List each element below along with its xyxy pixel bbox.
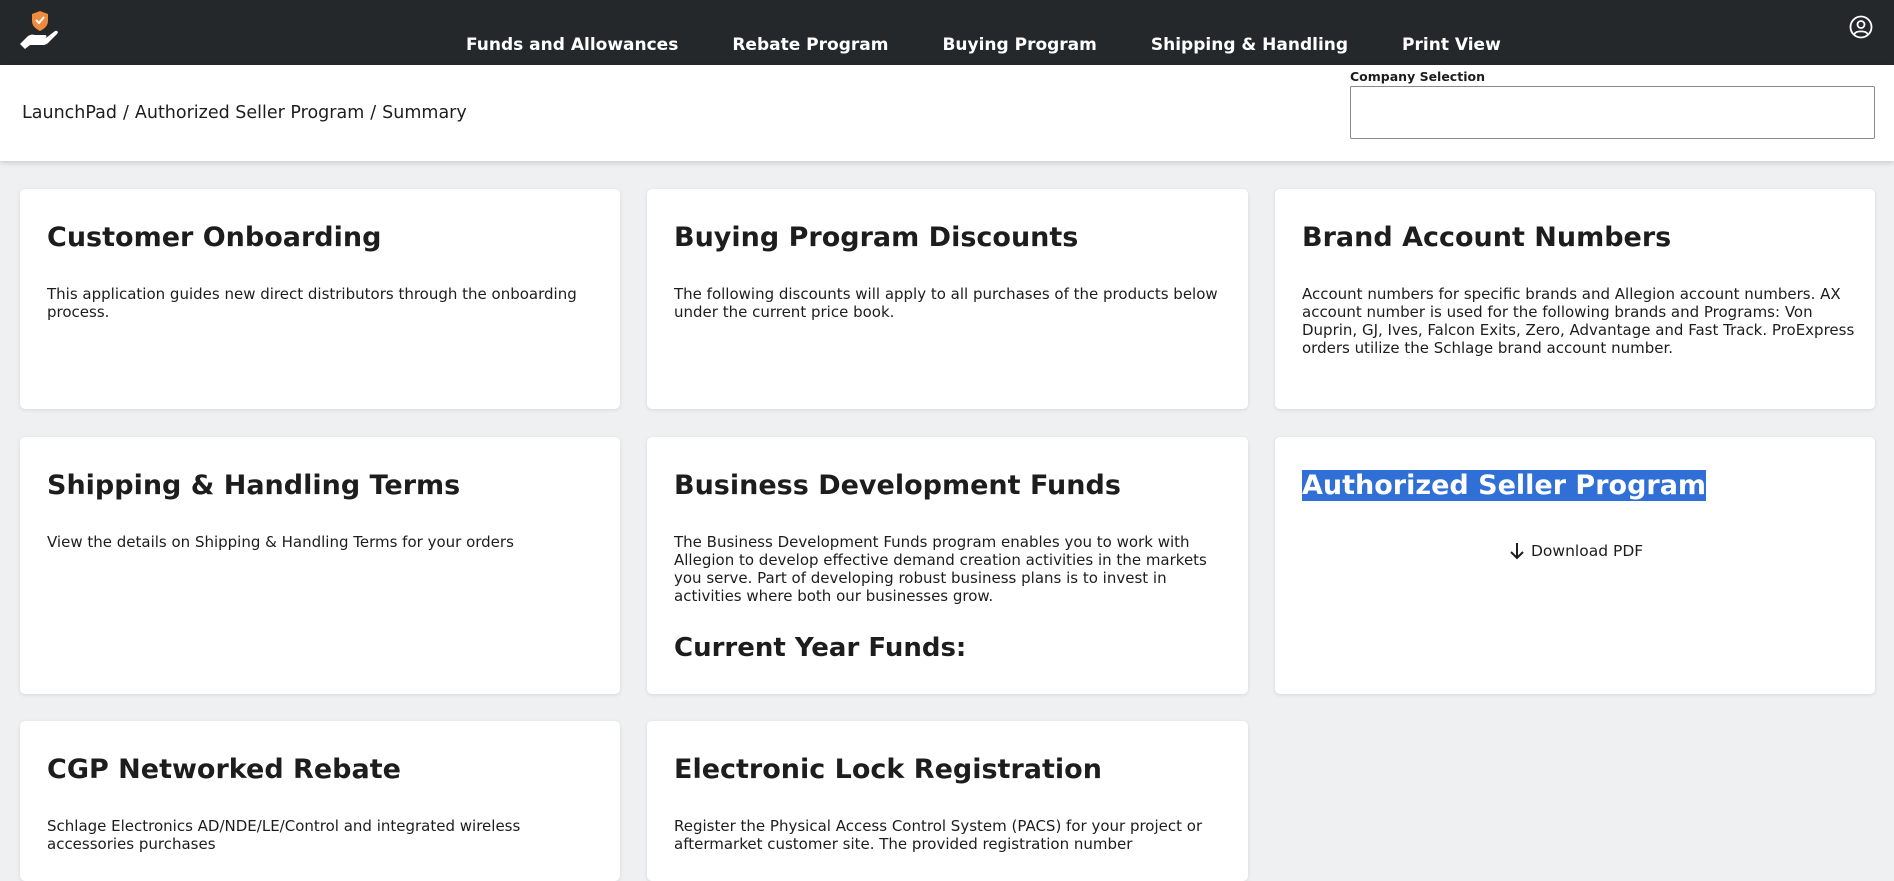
arrow-down-icon [1510,543,1524,560]
card-cgp-networked-rebate[interactable]: CGP Networked Rebate Schlage Electronics… [20,721,620,881]
card-title: Electronic Lock Registration [674,754,1102,785]
card-title: Business Development Funds [674,470,1121,501]
breadcrumb-launchpad[interactable]: LaunchPad [22,103,117,123]
nav-funds-and-allowances[interactable]: Funds and Allowances [466,35,678,55]
card-electronic-lock-registration[interactable]: Electronic Lock Registration Register th… [647,721,1248,881]
card-customer-onboarding[interactable]: Customer Onboarding This application gui… [20,189,620,409]
current-year-funds-heading: Current Year Funds: [674,633,967,663]
breadcrumb-separator: / [370,103,377,123]
selected-title-text: Authorized Seller Program [1302,470,1707,501]
card-title: CGP Networked Rebate [47,754,401,785]
card-buying-program-discounts[interactable]: Buying Program Discounts The following d… [647,189,1248,409]
breadcrumb-summary: Summary [382,103,467,123]
download-pdf-button[interactable]: Download PDF [1507,541,1643,561]
card-authorized-seller-program[interactable]: Authorized Seller Program Download PDF [1275,437,1875,694]
breadcrumb: LaunchPad / Authorized Seller Program / Summ… [22,103,467,123]
card-description: The Business Development Funds program e… [674,533,1207,605]
card-brand-account-numbers[interactable]: Brand Account Numbers Account numbers fo… [1275,189,1875,409]
card-business-development-funds[interactable]: Business Development Funds The Business … [647,437,1248,694]
card-title: Authorized Seller Program [1302,470,1707,501]
breadcrumb-separator: / [122,103,129,123]
breadcrumb-authorized-seller-program[interactable]: Authorized Seller Program [135,103,364,123]
card-description: This application guides new direct distr… [47,285,577,321]
card-description: View the details on Shipping & Handling … [47,533,514,551]
company-selection-input[interactable] [1350,86,1875,139]
user-circle-icon[interactable] [1849,15,1873,39]
hand-shield-logo-icon[interactable] [18,10,60,52]
card-shipping-handling-terms[interactable]: Shipping & Handling Terms View the detai… [20,437,620,694]
card-title: Brand Account Numbers [1302,222,1672,253]
top-nav-bar: Funds and Allowances Rebate Program Buyi… [0,0,1894,65]
card-description: Account numbers for specific brands and … [1302,285,1855,357]
download-pdf-label: Download PDF [1531,542,1644,560]
company-selection-label: Company Selection [1350,69,1485,84]
nav-buying-program[interactable]: Buying Program [942,35,1096,55]
card-title: Shipping & Handling Terms [47,470,461,501]
nav-shipping-handling[interactable]: Shipping & Handling [1151,35,1348,55]
card-title: Buying Program Discounts [674,222,1079,253]
main-nav: Funds and Allowances Rebate Program Buyi… [466,0,1555,65]
nav-print-view[interactable]: Print View [1402,35,1501,55]
page-header: LaunchPad / Authorized Seller Program / Summ… [0,65,1894,161]
card-description: The following discounts will apply to al… [674,285,1218,321]
nav-rebate-program[interactable]: Rebate Program [732,35,888,55]
card-description: Register the Physical Access Control Sys… [674,817,1203,853]
card-description: Schlage Electronics AD/NDE/LE/Control an… [47,817,521,853]
card-title: Customer Onboarding [47,222,382,253]
